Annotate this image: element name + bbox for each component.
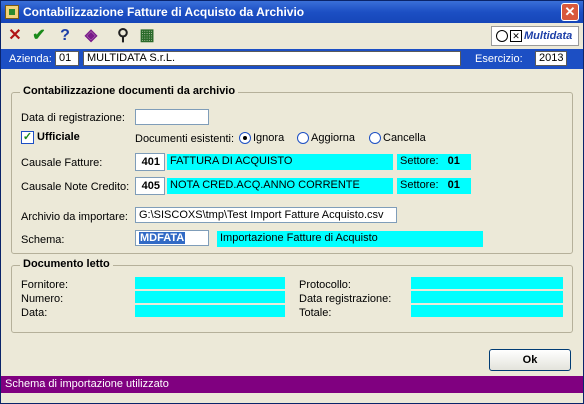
radio-aggiorna[interactable] [297, 132, 309, 144]
diamond-tool-icon[interactable]: ◈ [81, 26, 101, 46]
data-value [135, 305, 285, 317]
doc-data-registrazione-label: Data registrazione: [299, 293, 392, 305]
settore-label: Settore: [400, 179, 439, 191]
causale-fatture-settore-box: Settore: 01 [397, 154, 471, 170]
settore-label: Settore: [400, 155, 439, 167]
check-icon[interactable]: ✔ [29, 26, 49, 46]
radio-ignora[interactable] [239, 132, 251, 144]
binoculars-icon[interactable]: ⚲ [113, 26, 133, 46]
radio-aggiorna-label: Aggiorna [311, 132, 356, 144]
status-bar: Schema di importazione utilizzato [1, 376, 583, 393]
causale-nc-code-field[interactable]: 405 [135, 177, 165, 195]
toolbar: ✕ ✔ ? ◈ ⚲ ▦ ✕ Multidata [1, 23, 583, 49]
main-window: Contabilizzazione Fatture di Acquisto da… [0, 0, 584, 404]
bottom-strip [1, 393, 583, 403]
ufficiale-checkbox[interactable]: ✓ [21, 131, 34, 144]
settore-value: 01 [447, 179, 460, 191]
logo-circle-icon [496, 30, 508, 42]
causale-nc-desc: NOTA CRED.ACQ.ANNO CORRENTE [167, 178, 393, 194]
archivio-label: Archivio da importare: [21, 211, 128, 223]
company-bar: Azienda: 01 MULTIDATA S.r.L. Esercizio: … [1, 49, 583, 69]
contabilizzazione-title: Contabilizzazione documenti da archivio [20, 85, 239, 97]
multidata-logo: ✕ Multidata [491, 26, 579, 46]
esercizio-field[interactable]: 2013 [535, 51, 567, 66]
schema-label: Schema: [21, 234, 65, 246]
protocollo-value [411, 277, 563, 289]
data-registrazione-input[interactable] [135, 109, 209, 125]
schema-desc: Importazione Fatture di Acquisto [217, 231, 483, 247]
settore-value: 01 [447, 155, 460, 167]
azienda-code-field[interactable]: 01 [55, 51, 79, 66]
doc-data-registrazione-value [411, 291, 563, 303]
schema-input[interactable]: MDFATA [135, 230, 209, 246]
title-bar[interactable]: Contabilizzazione Fatture di Acquisto da… [1, 1, 583, 23]
numero-label: Numero: [21, 293, 64, 305]
azienda-label: Azienda: [9, 53, 52, 65]
schema-code-selected: MDFATA [139, 232, 186, 244]
data-registrazione-label: Data di registrazione: [21, 112, 125, 124]
radio-ignora-label: Ignora [253, 132, 285, 144]
window-close-button[interactable]: ✕ [561, 3, 579, 21]
causale-nc-settore-box: Settore: 01 [397, 178, 471, 194]
totale-value [411, 305, 563, 317]
logo-x-icon: ✕ [510, 30, 522, 42]
causale-nc-label: Causale Note Credito: [21, 181, 130, 193]
data-label: Data: [21, 307, 48, 319]
window-title: Contabilizzazione Fatture di Acquisto da… [23, 5, 305, 19]
esercizio-label: Esercizio: [475, 53, 523, 65]
numero-value [135, 291, 285, 303]
causale-fatture-code-field[interactable]: 401 [135, 153, 165, 171]
ufficiale-label: Ufficiale [37, 131, 80, 143]
protocollo-label: Protocollo: [299, 279, 351, 291]
logo-text: Multidata [524, 30, 573, 42]
causale-fatture-desc: FATTURA DI ACQUISTO [167, 154, 393, 170]
causale-fatture-label: Causale Fatture: [21, 157, 103, 169]
fornitore-label: Fornitore: [21, 279, 69, 291]
documenti-esistenti-label: Documenti esistenti: [135, 133, 235, 145]
radio-cancella[interactable] [369, 132, 381, 144]
fornitore-value [135, 277, 285, 289]
ok-button[interactable]: Ok [489, 349, 571, 371]
totale-label: Totale: [299, 307, 332, 319]
azienda-name-field: MULTIDATA S.r.L. [83, 51, 461, 66]
spreadsheet-icon[interactable]: ▦ [137, 26, 157, 46]
close-x-icon[interactable]: ✕ [5, 26, 25, 46]
archivio-input[interactable]: G:\SISCOXS\tmp\Test Import Fatture Acqui… [135, 207, 397, 223]
radio-cancella-label: Cancella [383, 132, 426, 144]
documento-letto-title: Documento letto [20, 258, 113, 270]
app-icon [5, 5, 19, 19]
help-icon[interactable]: ? [55, 26, 75, 46]
